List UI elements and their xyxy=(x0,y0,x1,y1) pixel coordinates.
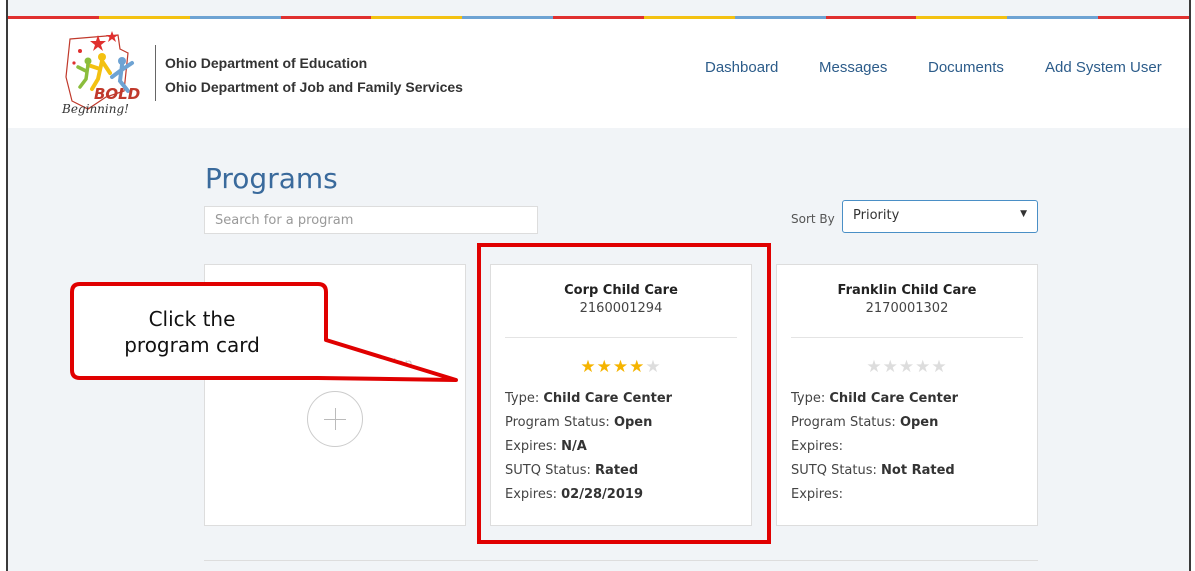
star-icon: ★ xyxy=(645,357,662,377)
program-expires: Expires: xyxy=(791,439,843,454)
star-icon: ★ xyxy=(882,357,899,377)
sutq-expires: Expires: 02/28/2019 xyxy=(505,487,643,502)
org-line-jfs: Ohio Department of Job and Family Servic… xyxy=(165,79,463,95)
search-input[interactable] xyxy=(204,206,538,234)
logo-bold-text: BOLD xyxy=(94,85,140,103)
nav-add-system-user[interactable]: Add System User xyxy=(1045,59,1162,76)
star-icon: ★ xyxy=(612,357,630,377)
program-name: Franklin Child Care xyxy=(837,283,977,298)
star-icon: ★ xyxy=(629,357,646,377)
bottom-divider xyxy=(204,560,1038,561)
star-icon: ★ xyxy=(596,357,613,377)
sort-select[interactable]: Priority ▼ xyxy=(842,200,1038,233)
sort-label: Sort By xyxy=(791,212,835,226)
callout-text: Click the program card xyxy=(124,307,260,357)
page-title: Programs xyxy=(205,162,338,195)
organization-names: Ohio Department of Education Ohio Depart… xyxy=(165,51,463,99)
sort-selected-value: Priority xyxy=(853,208,900,223)
program-name: Corp Child Care xyxy=(564,283,678,298)
program-card[interactable]: Corp Child Care 2160001294 ★★★★★ Type: C… xyxy=(490,264,752,526)
sutq-status: SUTQ Status: Rated xyxy=(505,463,639,478)
add-program-label: Add a Program Location xyxy=(257,357,413,372)
program-status: Program Status: Open xyxy=(505,415,653,430)
card-divider xyxy=(791,337,1023,338)
plus-circle-icon[interactable] xyxy=(307,391,363,447)
star-rating: ★★★★★ xyxy=(491,357,751,377)
org-line-education: Ohio Department of Education xyxy=(165,55,368,71)
star-icon: ★ xyxy=(898,357,916,377)
program-status: Program Status: Open xyxy=(791,415,939,430)
star-icon: ★ xyxy=(931,357,948,377)
star-rating: ★★★★★ xyxy=(777,357,1037,377)
sutq-expires: Expires: xyxy=(791,487,843,502)
program-type: Type: Child Care Center xyxy=(791,391,959,406)
bold-beginning-logo[interactable]: BOLD Beginning! xyxy=(58,27,146,117)
logo-divider xyxy=(155,45,156,101)
star-icon: ★ xyxy=(866,357,883,377)
logo-beginning-text: Beginning! xyxy=(61,102,129,116)
program-type: Type: Child Care Center xyxy=(505,391,673,406)
nav-messages[interactable]: Messages xyxy=(819,59,887,76)
star-icon: ★ xyxy=(580,357,597,377)
star-icon: ★ xyxy=(915,357,932,377)
sutq-status: SUTQ Status: Not Rated xyxy=(791,463,955,478)
app-frame: BOLD Beginning! Ohio Department of Educa… xyxy=(6,0,1191,571)
add-program-card[interactable]: Add a Program Location xyxy=(204,264,466,526)
card-divider xyxy=(505,337,737,338)
program-id: 2160001294 xyxy=(579,301,663,316)
site-header: BOLD Beginning! Ohio Department of Educa… xyxy=(8,19,1189,128)
program-expires: Expires: N/A xyxy=(505,439,587,454)
nav-documents[interactable]: Documents xyxy=(928,59,1004,76)
program-card[interactable]: Franklin Child Care 2170001302 ★★★★★ Typ… xyxy=(776,264,1038,526)
caret-down-icon: ▼ xyxy=(1020,209,1027,219)
nav-dashboard[interactable]: Dashboard xyxy=(705,59,778,76)
program-id: 2170001302 xyxy=(865,301,949,316)
